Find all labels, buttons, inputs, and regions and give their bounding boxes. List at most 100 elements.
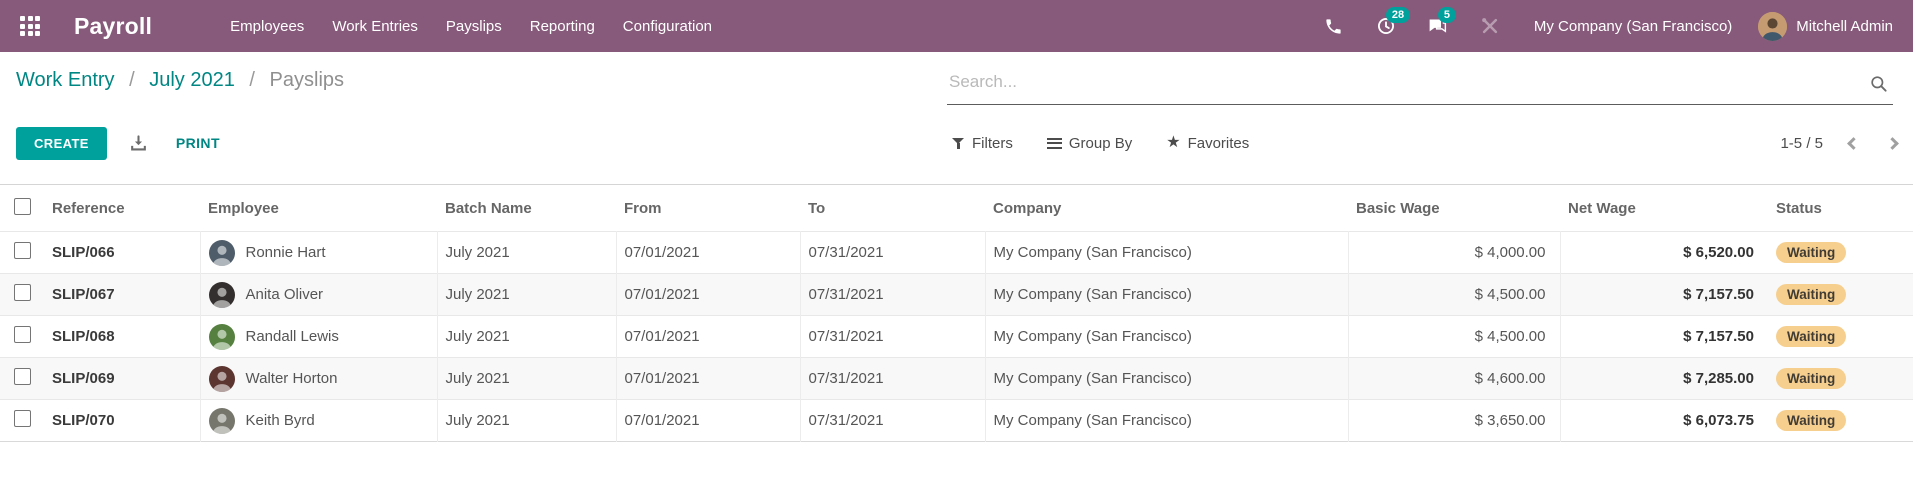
payslip-row[interactable]: SLIP/066 Ronnie Hart July 2021 07/01/202… [0, 232, 1913, 274]
employee-avatar [209, 240, 235, 266]
batch-name-cell: July 2021 [437, 316, 616, 358]
payslips-table: Reference Employee Batch Name From To Co… [0, 184, 1913, 442]
column-header-status[interactable]: Status [1768, 185, 1913, 232]
phone-icon [1324, 17, 1343, 36]
group-by-label: Group By [1069, 135, 1132, 152]
control-panel-buttons: CREATE PRINT Filters Group By ★ Favorite… [0, 104, 1913, 168]
nav-menu-item[interactable]: Employees [216, 0, 318, 52]
basic-wage-cell: $ 4,600.00 [1348, 358, 1560, 400]
batch-name-cell: July 2021 [437, 400, 616, 442]
from-date-cell: 07/01/2021 [616, 358, 800, 400]
column-header-batch-name[interactable]: Batch Name [437, 185, 616, 232]
from-date-cell: 07/01/2021 [616, 232, 800, 274]
status-badge: Waiting [1776, 326, 1846, 347]
company-switcher[interactable]: My Company (San Francisco) [1520, 18, 1746, 35]
status-badge: Waiting [1776, 242, 1846, 263]
row-checkbox[interactable] [14, 410, 31, 427]
net-wage-cell: $ 7,285.00 [1683, 370, 1754, 387]
activities-count-badge: 28 [1386, 7, 1410, 23]
to-date-cell: 07/31/2021 [800, 316, 985, 358]
voip-phone-button[interactable] [1312, 0, 1356, 52]
nav-menu-item[interactable]: Configuration [609, 0, 726, 52]
row-checkbox[interactable] [14, 284, 31, 301]
search-input[interactable] [947, 66, 1893, 105]
pager-previous-icon[interactable] [1847, 137, 1860, 150]
pager-next-icon[interactable] [1886, 137, 1899, 150]
nav-menu-item[interactable]: Reporting [516, 0, 609, 52]
column-header-net-wage[interactable]: Net Wage [1560, 185, 1768, 232]
column-header-basic-wage[interactable]: Basic Wage [1348, 185, 1560, 232]
row-checkbox[interactable] [14, 326, 31, 343]
app-title[interactable]: Payroll [74, 13, 152, 40]
to-date-cell: 07/31/2021 [800, 274, 985, 316]
payslip-row[interactable]: SLIP/067 Anita Oliver July 2021 07/01/20… [0, 274, 1913, 316]
row-checkbox[interactable] [14, 368, 31, 385]
company-cell: My Company (San Francisco) [985, 274, 1348, 316]
payslip-reference: SLIP/069 [52, 370, 115, 387]
print-button[interactable]: PRINT [176, 135, 220, 151]
export-download-button[interactable] [129, 134, 148, 153]
breadcrumb-work-entry[interactable]: Work Entry [16, 69, 115, 91]
apps-menu-icon[interactable] [20, 16, 40, 36]
messages-count-badge: 5 [1438, 7, 1456, 23]
payslip-reference: SLIP/070 [52, 412, 115, 429]
filter-funnel-icon [952, 137, 965, 150]
nav-menu-item[interactable]: Work Entries [318, 0, 432, 52]
status-badge: Waiting [1776, 368, 1846, 389]
row-checkbox[interactable] [14, 242, 31, 259]
status-badge: Waiting [1776, 410, 1846, 431]
net-wage-cell: $ 7,157.50 [1683, 286, 1754, 303]
search-icon[interactable] [1869, 74, 1889, 99]
search-box [947, 66, 1897, 105]
batch-name-cell: July 2021 [437, 358, 616, 400]
breadcrumb-july-2021[interactable]: July 2021 [149, 69, 235, 91]
create-button[interactable]: CREATE [16, 127, 107, 160]
payslip-row[interactable]: SLIP/070 Keith Byrd July 2021 07/01/2021 [0, 400, 1913, 442]
net-wage-cell: $ 6,520.00 [1683, 244, 1754, 261]
net-wage-cell: $ 7,157.50 [1683, 328, 1754, 345]
star-icon: ★ [1166, 135, 1180, 151]
view-controls: Filters Group By ★ Favorites [952, 135, 1249, 152]
breadcrumb-separator: / [249, 69, 255, 91]
basic-wage-cell: $ 4,000.00 [1348, 232, 1560, 274]
payslip-reference: SLIP/067 [52, 286, 115, 303]
employee-avatar [209, 282, 235, 308]
support-tools-icon[interactable] [1468, 0, 1512, 52]
employee-avatar [209, 366, 235, 392]
employee-name: Anita Oliver [246, 286, 324, 303]
to-date-cell: 07/31/2021 [800, 358, 985, 400]
basic-wage-cell: $ 3,650.00 [1348, 400, 1560, 442]
column-header-from[interactable]: From [616, 185, 800, 232]
company-cell: My Company (San Francisco) [985, 232, 1348, 274]
breadcrumb-current-payslips: Payslips [270, 69, 344, 91]
column-header-reference[interactable]: Reference [44, 185, 200, 232]
messages-button[interactable]: 5 [1416, 0, 1460, 52]
employee-avatar [209, 408, 235, 434]
nav-menu-item[interactable]: Payslips [432, 0, 516, 52]
favorites-button[interactable]: ★ Favorites [1166, 135, 1249, 152]
user-name: Mitchell Admin [1796, 18, 1893, 35]
column-header-to[interactable]: To [800, 185, 985, 232]
payslip-reference: SLIP/066 [52, 244, 115, 261]
breadcrumb: Work Entry / July 2021 / Payslips [16, 66, 344, 94]
table-header-row: Reference Employee Batch Name From To Co… [0, 185, 1913, 232]
user-menu[interactable]: Mitchell Admin [1754, 12, 1897, 41]
breadcrumb-separator: / [129, 69, 135, 91]
pager: 1-5 / 5 [1780, 135, 1897, 152]
payslip-row[interactable]: SLIP/068 Randall Lewis July 2021 07/01/2… [0, 316, 1913, 358]
group-by-button[interactable]: Group By [1047, 135, 1132, 152]
filters-button[interactable]: Filters [952, 135, 1013, 152]
from-date-cell: 07/01/2021 [616, 274, 800, 316]
column-header-employee[interactable]: Employee [200, 185, 437, 232]
activities-button[interactable]: 28 [1364, 0, 1408, 52]
company-cell: My Company (San Francisco) [985, 400, 1348, 442]
column-header-company[interactable]: Company [985, 185, 1348, 232]
batch-name-cell: July 2021 [437, 274, 616, 316]
payslip-row[interactable]: SLIP/069 Walter Horton July 2021 07/01/2… [0, 358, 1913, 400]
company-cell: My Company (San Francisco) [985, 316, 1348, 358]
employee-name: Keith Byrd [246, 412, 315, 429]
select-all-checkbox[interactable] [14, 198, 31, 215]
employee-avatar [209, 324, 235, 350]
top-navbar: Payroll Employees Work Entries Payslips … [0, 0, 1913, 52]
pager-range: 1-5 / 5 [1780, 135, 1823, 152]
